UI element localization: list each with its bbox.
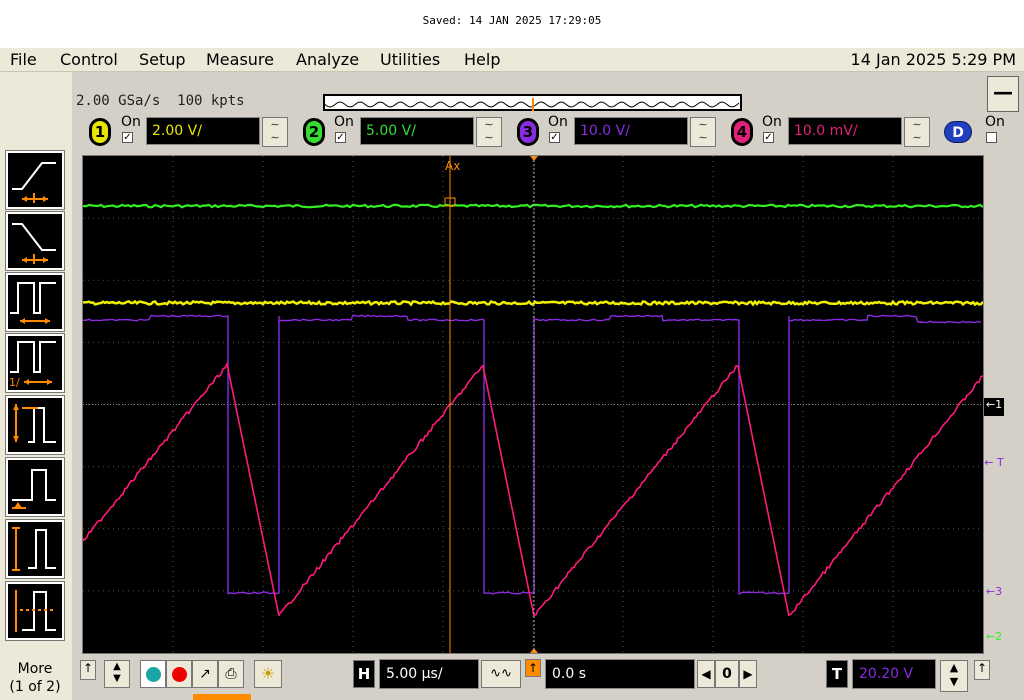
overview-wave [324, 98, 740, 111]
delay-field[interactable]: 0.0 s [545, 659, 695, 689]
single-button[interactable]: ↗ [192, 660, 218, 688]
pan-up-button[interactable]: ↑ [80, 660, 96, 680]
more-page-label: (1 of 2) [9, 679, 61, 695]
menu-control[interactable]: Control [60, 50, 118, 69]
channel-1-on-checkbox[interactable]: ✓ [122, 132, 133, 143]
trigger-label[interactable]: T [826, 660, 848, 688]
more-button[interactable]: More (1 of 2) [0, 652, 70, 700]
menu-file[interactable]: File [10, 50, 37, 69]
trigger-offset-indicator[interactable]: ← T [984, 456, 1004, 474]
digital-channels-button[interactable]: D [944, 121, 972, 143]
horizontal-label[interactable]: H [353, 660, 375, 688]
menu-analyze[interactable]: Analyze [296, 50, 359, 69]
channel-2-on-label: On [334, 114, 354, 130]
printer-icon: ⎙ [225, 666, 237, 682]
channel-4-button[interactable]: 4 [731, 118, 753, 146]
menu-utilities[interactable]: Utilities [380, 50, 440, 69]
channel-3-scale-spinner[interactable]: ∼ ∼ [690, 117, 716, 147]
menu-measure[interactable]: Measure [206, 50, 274, 69]
channel-1-scale-spinner[interactable]: ∼ ∼ [262, 117, 288, 147]
delay-marker-icon: ↑ [525, 659, 541, 677]
channel-1-on-label: On [121, 114, 141, 130]
channel-2-scale-spinner[interactable]: ∼ ∼ [476, 117, 502, 147]
trigger-transition-button[interactable] [5, 519, 65, 579]
vertical-spinner[interactable]: ▲ ▼ [104, 660, 130, 688]
saved-banner: Saved: 14 JAN 2025 17:29:05 [422, 14, 602, 27]
timebase-field[interactable]: 5.00 µs/ [379, 659, 479, 689]
waveform-display[interactable]: Ax ←1 ← T ←3 ←2 [82, 155, 1007, 654]
trigger-level-field[interactable]: 20.20 V [852, 659, 936, 689]
channel-4-scale-spinner[interactable]: ∼ ∼ [904, 117, 930, 147]
pulse-width-icon [10, 282, 56, 324]
transition-icon [12, 527, 56, 571]
trigger-runt-button[interactable] [5, 395, 65, 455]
channel-1-button[interactable]: 1 [89, 118, 111, 146]
trigger-timeout-button[interactable] [5, 581, 65, 641]
delay-right-button[interactable]: ▶ [739, 660, 757, 688]
sample-rate: 2.00 GSa/s [76, 93, 161, 109]
channel-3-scale[interactable]: 10.0 V/ [574, 117, 688, 145]
channel-2-scale[interactable]: 5.00 V/ [360, 117, 474, 145]
ratio-text: 1/ [9, 376, 20, 389]
channel-1-scale[interactable]: 2.00 V/ [146, 117, 260, 145]
more-label: More [17, 661, 53, 677]
trigger-pulse-ratio-button[interactable]: 1/ [5, 333, 65, 393]
trigger-pulse-width-button[interactable] [5, 272, 65, 332]
run-icon [145, 667, 161, 682]
trigger-setup-hold-button[interactable] [5, 457, 65, 517]
channel-3-button[interactable]: 3 [517, 118, 539, 146]
sun-icon: ☀ [260, 664, 276, 683]
stop-button[interactable] [166, 660, 192, 688]
runt-icon [13, 404, 56, 443]
menu-bar: File Control Setup Measure Analyze Utili… [0, 48, 1024, 72]
graticule [83, 156, 983, 653]
digital-on-label: On [985, 114, 1005, 130]
channel-2-on-checkbox[interactable]: ✓ [335, 132, 346, 143]
memory-depth: 100 kpts [177, 93, 245, 109]
menu-setup[interactable]: Setup [139, 50, 186, 69]
brightness-button[interactable]: ☀ [254, 660, 282, 688]
waveform-svg: Ax ←1 ← T ←3 ←2 [82, 156, 1007, 653]
timeout-icon [15, 590, 56, 632]
trigger-level-spinner[interactable]: ▲ ▼ [940, 660, 968, 692]
trigger-falling-edge-button[interactable] [5, 211, 65, 271]
delay-left-button[interactable]: ◀ [697, 660, 715, 688]
waveform-overview[interactable] [323, 94, 742, 111]
channel-3-on-checkbox[interactable]: ✓ [549, 132, 560, 143]
channel-2-button[interactable]: 2 [303, 118, 325, 146]
setup-hold-icon [12, 469, 56, 509]
acquisition-info: 2.00 GSa/s 100 kpts [76, 93, 245, 109]
channel-4-scale[interactable]: 10.0 mV/ [788, 117, 902, 145]
channel-3-on-label: On [548, 114, 568, 130]
pulse-ratio-icon: 1/ [9, 341, 56, 389]
single-icon: ↗ [199, 666, 211, 682]
ch1-offset-indicator[interactable]: ←1 [984, 398, 1004, 416]
menu-help[interactable]: Help [464, 50, 500, 69]
timebase-spinner[interactable]: ∿∿ [481, 660, 521, 688]
ch2-offset-indicator[interactable]: ←2 [984, 630, 1004, 648]
falling-edge-icon [12, 223, 56, 264]
scope-window: { "saved_banner": "Saved: 14 JAN 2025 17… [0, 0, 1024, 700]
ch3-offset-indicator[interactable]: ←3 [984, 585, 1004, 603]
digital-on-checkbox[interactable] [986, 132, 997, 143]
channel-4-on-checkbox[interactable]: ✓ [763, 132, 774, 143]
delay-page-field[interactable]: 0 [715, 660, 739, 688]
trigger-up-button[interactable]: ↑ [974, 660, 990, 680]
clock: 14 Jan 2025 5:29 PM [850, 50, 1016, 69]
minimize-button[interactable]: — [987, 76, 1019, 112]
run-button[interactable] [140, 660, 166, 688]
orange-tab [193, 694, 251, 700]
print-button[interactable]: ⎙ [218, 660, 244, 688]
rising-edge-icon [12, 162, 56, 203]
channel-4-on-label: On [762, 114, 782, 130]
ch3-trace [82, 314, 982, 595]
cursor-ax-label: Ax [445, 159, 460, 173]
trigger-rising-edge-button[interactable] [5, 150, 65, 210]
stop-icon [171, 667, 187, 682]
